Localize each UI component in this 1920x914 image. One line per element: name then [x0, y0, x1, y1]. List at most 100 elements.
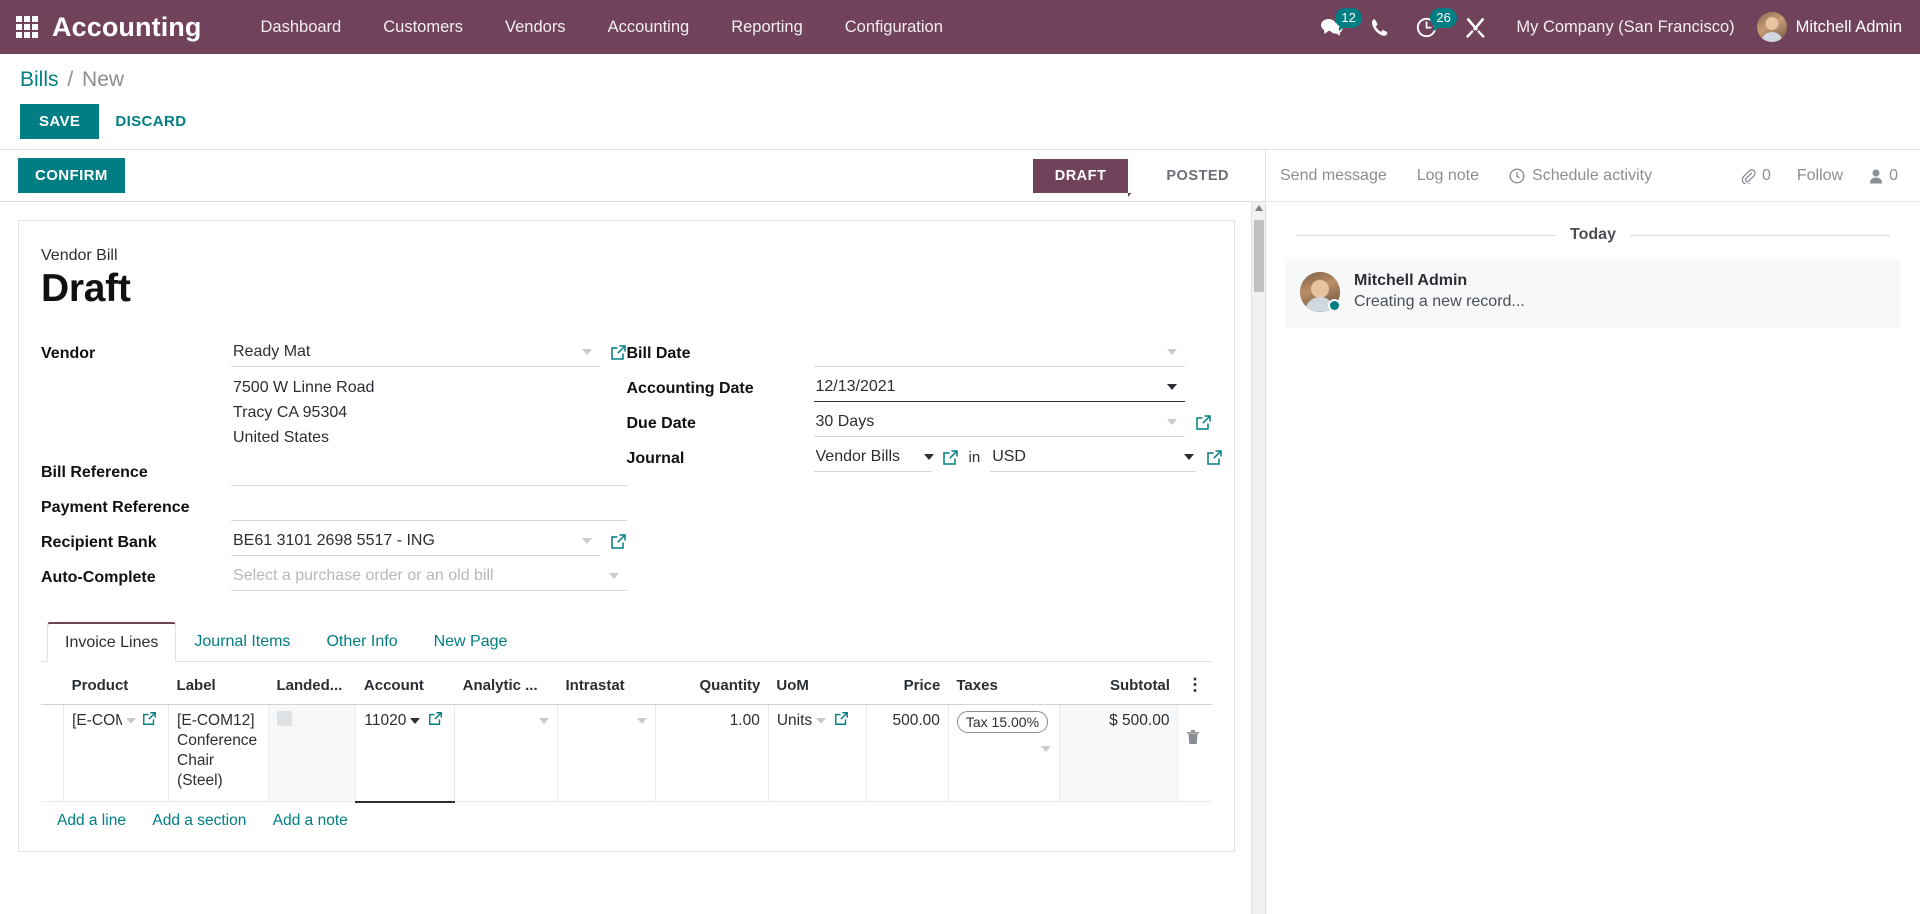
message-avatar[interactable] — [1300, 272, 1340, 312]
confirm-button[interactable]: CONFIRM — [18, 158, 125, 193]
analytic-dropdown-caret[interactable] — [539, 718, 549, 724]
tab-new-page[interactable]: New Page — [416, 622, 526, 662]
menu-vendors[interactable]: Vendors — [484, 12, 587, 43]
apps-grid-icon[interactable] — [10, 12, 44, 42]
cell-product[interactable]: [E-COM — [64, 705, 169, 802]
menu-reporting[interactable]: Reporting — [710, 12, 824, 43]
due-date-input[interactable] — [814, 407, 1186, 437]
row-drag-handle[interactable] — [41, 705, 64, 802]
company-switcher[interactable]: My Company (San Francisco) — [1500, 18, 1750, 37]
tab-invoice-lines[interactable]: Invoice Lines — [47, 622, 176, 662]
send-message-button[interactable]: Send message — [1280, 167, 1387, 185]
bill-date-input[interactable] — [814, 337, 1186, 367]
recipient-bank-dropdown-caret[interactable] — [582, 538, 592, 544]
landed-cost-checkbox[interactable] — [277, 711, 292, 726]
product-dropdown-caret[interactable] — [126, 718, 136, 724]
kebab-menu-icon[interactable]: ⋮ — [1186, 675, 1203, 694]
due-date-dropdown-caret[interactable] — [1167, 419, 1177, 425]
product-external-link-icon[interactable] — [142, 711, 157, 726]
vendor-dropdown-caret[interactable] — [582, 349, 592, 355]
taxes-dropdown-caret[interactable] — [1041, 746, 1051, 752]
journal-input[interactable] — [814, 442, 932, 472]
menu-customers[interactable]: Customers — [362, 12, 484, 43]
col-landed-costs[interactable]: Landed... — [268, 670, 355, 705]
col-analytic[interactable]: Analytic ... — [455, 670, 558, 705]
cell-landed-costs[interactable] — [268, 705, 355, 802]
add-a-note-link[interactable]: Add a note — [273, 812, 348, 829]
uom-external-link-icon[interactable] — [834, 711, 849, 726]
table-row[interactable]: [E-COM — [41, 705, 1212, 802]
accounting-date-input[interactable] — [814, 372, 1186, 402]
address-spacer — [41, 375, 231, 383]
notebook: Invoice Lines Journal Items Other Info N… — [41, 622, 1212, 839]
discard-button[interactable]: DISCARD — [99, 104, 202, 139]
cell-taxes[interactable]: Tax 15.00% — [948, 705, 1059, 802]
add-a-line-link[interactable]: Add a line — [57, 812, 126, 829]
form-groups: Vendor — [41, 337, 1212, 596]
payment-reference-input[interactable] — [231, 491, 627, 521]
auto-complete-input[interactable] — [231, 561, 627, 591]
col-quantity[interactable]: Quantity — [655, 670, 768, 705]
followers-counter[interactable]: 0 — [1869, 167, 1898, 185]
cell-intrastat[interactable] — [557, 705, 655, 802]
tab-other-info[interactable]: Other Info — [308, 622, 415, 662]
phone-icon[interactable] — [1357, 0, 1402, 54]
form-scrollbar[interactable] — [1251, 202, 1265, 914]
activities-clock-icon[interactable]: 26 — [1402, 0, 1451, 54]
cell-label[interactable]: [E-COM12] Conference Chair (Steel) — [169, 705, 269, 802]
col-account[interactable]: Account — [356, 670, 455, 705]
breadcrumb-bills[interactable]: Bills — [20, 68, 59, 91]
cell-delete[interactable] — [1178, 705, 1212, 802]
col-product[interactable]: Product — [64, 670, 169, 705]
menu-dashboard[interactable]: Dashboard — [240, 12, 363, 43]
due-date-external-link-icon[interactable] — [1195, 414, 1212, 431]
recipient-bank-input[interactable] — [231, 526, 600, 556]
add-a-section-link[interactable]: Add a section — [152, 812, 246, 829]
vendor-external-link-icon[interactable] — [610, 344, 627, 361]
bill-date-dropdown-caret[interactable] — [1167, 349, 1177, 355]
save-button[interactable]: SAVE — [20, 104, 99, 139]
currency-external-link-icon[interactable] — [1206, 449, 1223, 466]
follow-button[interactable]: Follow — [1797, 167, 1843, 185]
bill-reference-input[interactable] — [231, 456, 627, 486]
journal-dropdown-caret[interactable] — [924, 454, 934, 460]
accounting-date-dropdown-caret[interactable] — [1167, 384, 1177, 390]
tab-journal-items[interactable]: Journal Items — [176, 622, 308, 662]
scrollbar-thumb[interactable] — [1254, 220, 1264, 292]
cell-quantity[interactable]: 1.00 — [655, 705, 768, 802]
col-label[interactable]: Label — [169, 670, 269, 705]
log-note-button[interactable]: Log note — [1417, 167, 1479, 185]
account-dropdown-caret[interactable] — [410, 718, 420, 724]
cell-price[interactable]: 500.00 — [866, 705, 948, 802]
messages-icon[interactable]: 12 — [1307, 0, 1357, 54]
currency-dropdown-caret[interactable] — [1184, 454, 1194, 460]
schedule-activity-button[interactable]: Schedule activity — [1509, 167, 1652, 185]
scroll-up-arrow[interactable] — [1255, 205, 1263, 211]
app-brand-accounting[interactable]: Accounting — [52, 12, 202, 43]
cell-uom[interactable]: Units — [768, 705, 866, 802]
debug-wrench-icon[interactable] — [1451, 0, 1500, 54]
user-menu[interactable]: Mitchell Admin — [1751, 12, 1902, 42]
intrastat-dropdown-caret[interactable] — [637, 718, 647, 724]
auto-complete-dropdown-caret[interactable] — [609, 573, 619, 579]
col-taxes[interactable]: Taxes — [948, 670, 1059, 705]
account-external-link-icon[interactable] — [428, 711, 443, 726]
menu-configuration[interactable]: Configuration — [824, 12, 964, 43]
vendor-input[interactable] — [231, 337, 600, 367]
trash-icon[interactable] — [1186, 729, 1204, 745]
col-intrastat[interactable]: Intrastat — [557, 670, 655, 705]
journal-external-link-icon[interactable] — [942, 449, 959, 466]
tax-tag[interactable]: Tax 15.00% — [957, 711, 1048, 733]
col-uom[interactable]: UoM — [768, 670, 866, 705]
recipient-bank-external-link-icon[interactable] — [610, 533, 627, 550]
status-posted[interactable]: POSTED — [1128, 159, 1251, 193]
uom-dropdown-caret[interactable] — [816, 718, 826, 724]
currency-input[interactable] — [990, 442, 1196, 472]
status-draft[interactable]: DRAFT — [1033, 159, 1129, 193]
menu-accounting[interactable]: Accounting — [587, 12, 711, 43]
cell-account[interactable]: 11020 — [356, 705, 455, 802]
cell-analytic[interactable] — [455, 705, 558, 802]
col-subtotal[interactable]: Subtotal — [1060, 670, 1178, 705]
col-price[interactable]: Price — [866, 670, 948, 705]
attachment-counter[interactable]: 0 — [1741, 167, 1771, 185]
